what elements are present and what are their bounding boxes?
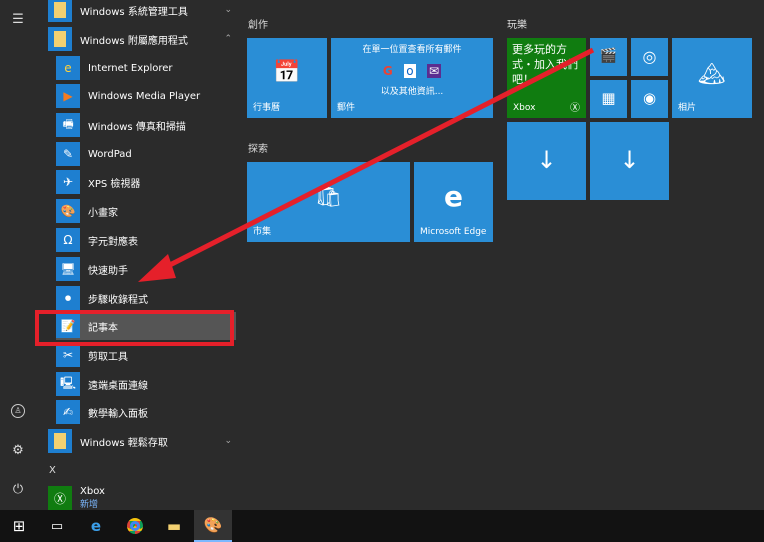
annotation-arrow: [138, 47, 595, 282]
taskbar-edge[interactable]: e: [77, 510, 115, 542]
task-view-icon: ▭: [50, 518, 64, 534]
chrome-icon: [127, 518, 143, 534]
taskbar-paint[interactable]: 🎨: [194, 510, 232, 542]
task-view-button[interactable]: ▭: [38, 510, 76, 542]
edge-icon: e: [90, 517, 102, 535]
taskbar-file-explorer[interactable]: ▬: [155, 510, 193, 542]
folder-icon: ▬: [166, 517, 182, 535]
paint-icon: 🎨: [203, 516, 223, 534]
start-button[interactable]: ⊞: [0, 510, 38, 542]
taskbar: ⊞ ▭ e ▬ 🎨: [0, 510, 764, 542]
taskbar-chrome[interactable]: [116, 510, 154, 542]
windows-logo-icon: ⊞: [12, 517, 26, 535]
